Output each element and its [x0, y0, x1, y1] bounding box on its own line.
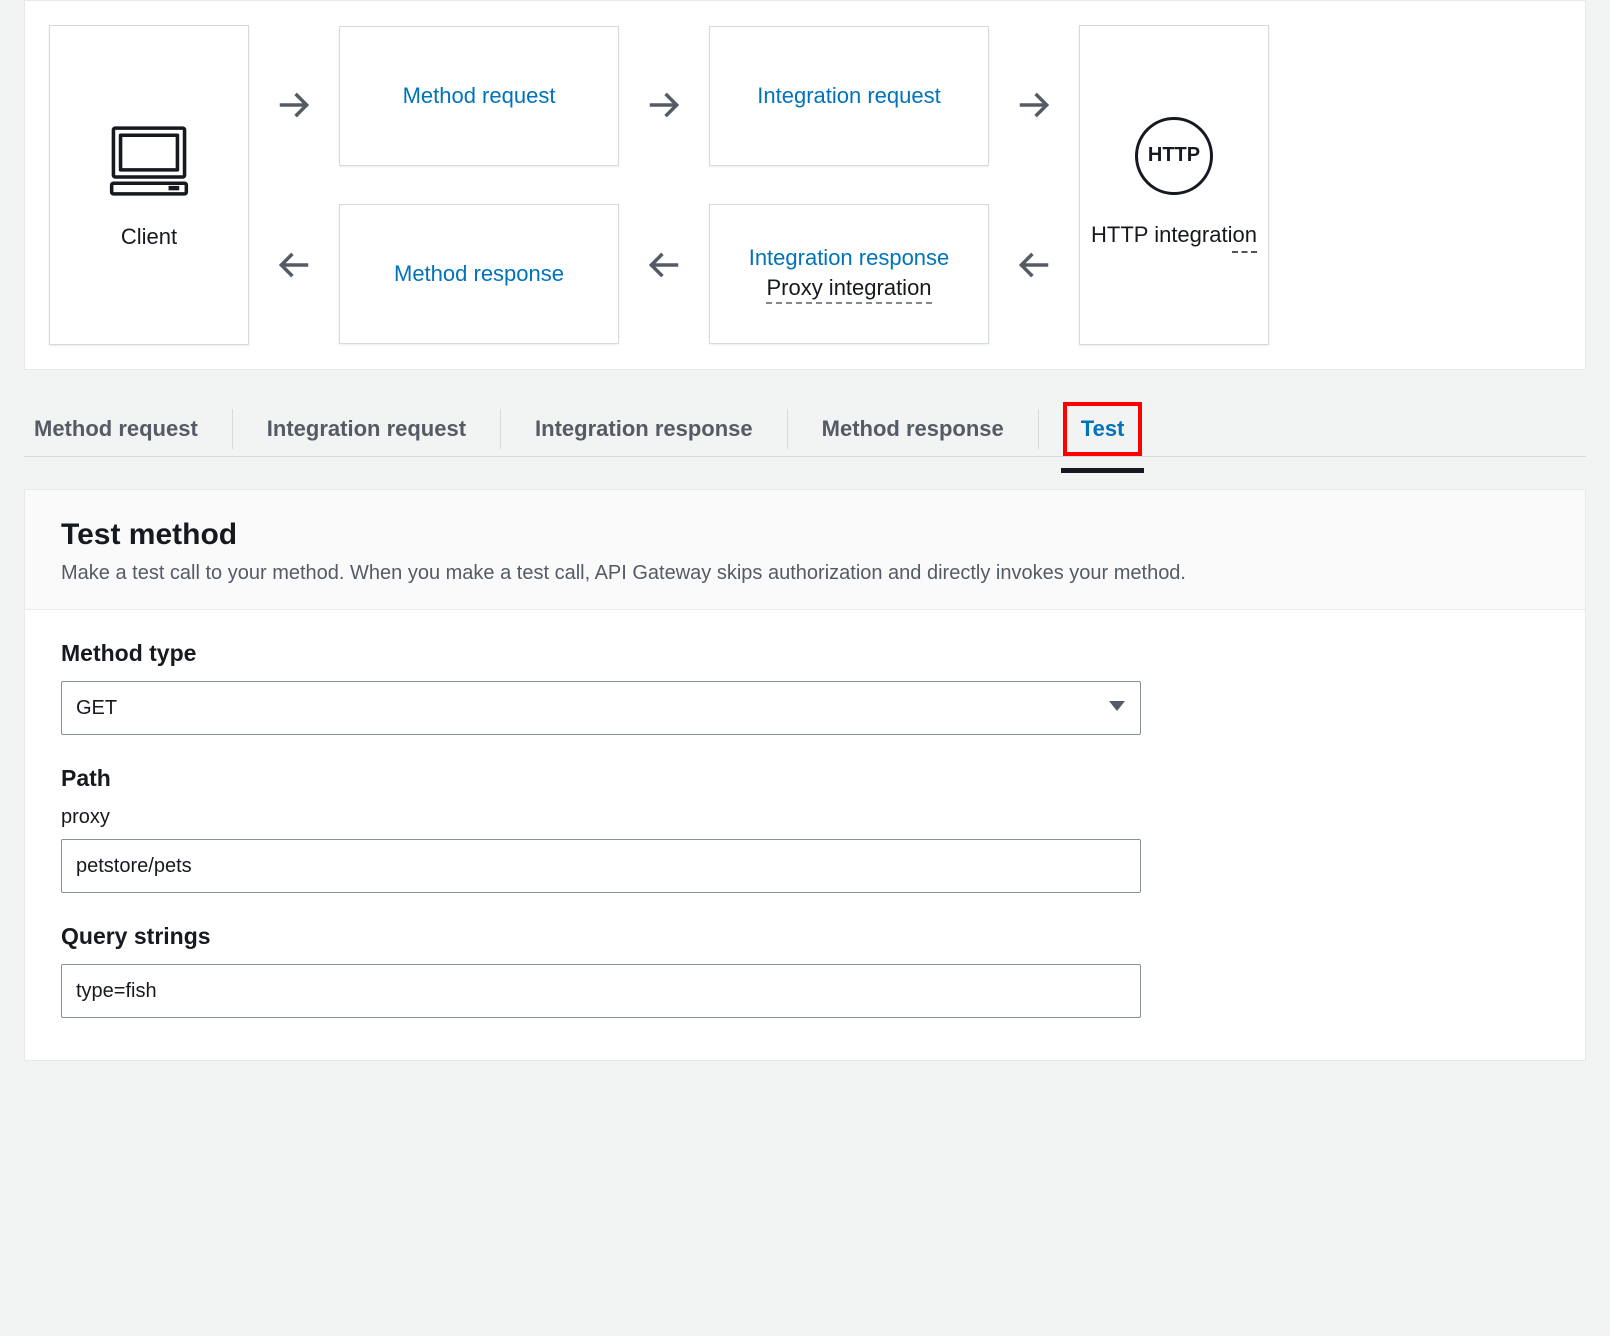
- proxy-integration-label: Proxy integration: [766, 275, 931, 304]
- tab-integration-request[interactable]: Integration request: [257, 402, 476, 456]
- method-execution-diagram: Client Method request Integration reques…: [24, 0, 1586, 370]
- method-type-select-wrap[interactable]: [61, 681, 1141, 735]
- tab-method-request[interactable]: Method request: [24, 402, 208, 456]
- panel-header: Test method Make a test call to your met…: [25, 490, 1585, 610]
- test-form: Method type Path proxy Query strings: [25, 610, 1585, 1060]
- query-strings-input[interactable]: [61, 964, 1141, 1018]
- method-type-select[interactable]: [61, 681, 1141, 735]
- client-label: Client: [121, 224, 177, 250]
- integration-type-label: HTTP integration: [1091, 217, 1257, 254]
- tab-test[interactable]: Test: [1063, 402, 1143, 456]
- client-monitor-icon: [104, 121, 194, 206]
- tab-divider: [787, 409, 788, 449]
- method-type-group: Method type: [61, 640, 1549, 735]
- method-request-link[interactable]: Method request: [403, 83, 556, 109]
- method-request-box[interactable]: Method request: [339, 26, 619, 166]
- arrow-left-icon: [619, 195, 709, 335]
- http-badge-text: HTTP: [1148, 144, 1200, 167]
- arrow-left-icon: [989, 195, 1079, 335]
- path-label: Path: [61, 765, 1549, 792]
- method-response-box[interactable]: Method response: [339, 204, 619, 344]
- tab-divider: [1038, 409, 1039, 449]
- integration-response-box[interactable]: Integration response Proxy integration: [709, 204, 989, 344]
- http-badge-icon: HTTP: [1135, 117, 1213, 195]
- tab-active-underline: [1061, 468, 1145, 473]
- query-strings-group: Query strings: [61, 923, 1549, 1018]
- tab-method-response[interactable]: Method response: [812, 402, 1014, 456]
- arrow-right-icon: [249, 35, 339, 175]
- query-strings-label: Query strings: [61, 923, 1549, 950]
- tab-test-label: Test: [1081, 416, 1125, 441]
- integration-request-box[interactable]: Integration request: [709, 26, 989, 166]
- integration-request-link[interactable]: Integration request: [757, 83, 940, 109]
- arrow-right-icon: [619, 35, 709, 175]
- path-group: Path proxy: [61, 765, 1549, 893]
- tabs: Method request Integration request Integ…: [24, 402, 1586, 457]
- arrow-left-icon: [249, 195, 339, 335]
- panel-description: Make a test call to your method. When yo…: [61, 562, 1549, 585]
- integration-response-link[interactable]: Integration response: [749, 245, 950, 271]
- proxy-sublabel: proxy: [61, 806, 1549, 829]
- method-response-link[interactable]: Method response: [394, 261, 564, 287]
- test-method-panel: Test method Make a test call to your met…: [24, 489, 1586, 1061]
- arrow-right-icon: [989, 35, 1079, 175]
- panel-title: Test method: [61, 518, 1549, 552]
- tab-integration-response[interactable]: Integration response: [525, 402, 763, 456]
- integration-type-box: HTTP HTTP integration: [1079, 25, 1269, 345]
- proxy-path-input[interactable]: [61, 839, 1141, 893]
- client-box: Client: [49, 25, 249, 345]
- tab-divider: [500, 409, 501, 449]
- tab-divider: [232, 409, 233, 449]
- method-type-label: Method type: [61, 640, 1549, 667]
